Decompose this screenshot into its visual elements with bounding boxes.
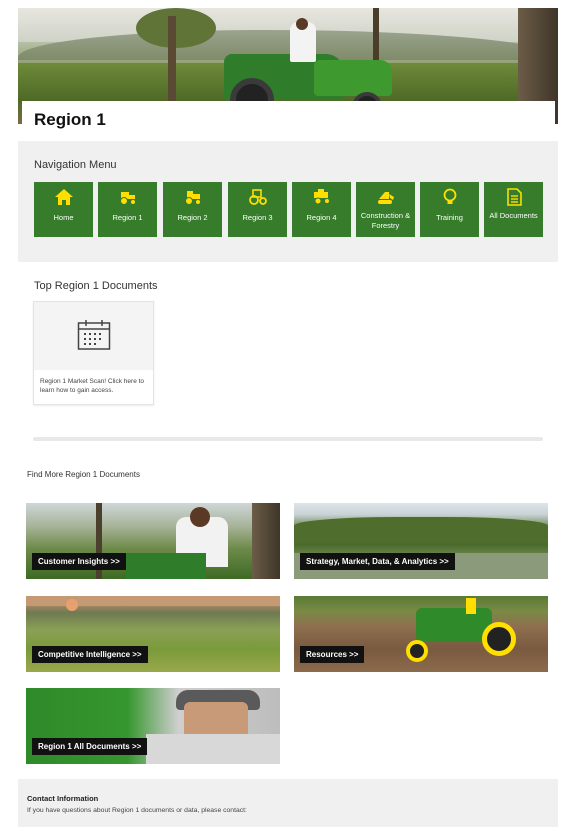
find-more-heading: Find More Region 1 Documents — [27, 470, 140, 479]
nav-tile-training[interactable]: Training — [420, 182, 479, 237]
nav-tile-label: Training — [436, 213, 463, 222]
page-title: Region 1 — [34, 110, 106, 129]
document-card-description: Region 1 Market Scan! Click here to lear… — [40, 378, 145, 394]
tile-resources[interactable]: Resources >> — [294, 596, 548, 672]
nav-tile-label: Region 2 — [177, 213, 208, 222]
contact-text: If you have questions about Region 1 doc… — [27, 807, 247, 814]
nav-tile-label: Region 4 — [306, 213, 337, 222]
section-divider — [33, 437, 543, 441]
contact-title: Contact Information — [27, 794, 99, 803]
document-icon — [506, 188, 522, 206]
tile-competitive-intelligence[interactable]: Competitive Intelligence >> — [26, 596, 280, 672]
tile-label: Strategy, Market, Data, & Analytics >> — [300, 553, 455, 570]
tile-label: Customer Insights >> — [32, 553, 126, 570]
nav-tile-label: Home — [53, 213, 74, 222]
nav-tile-label: Region 1 — [112, 213, 143, 222]
nav-tile-region-4[interactable]: Region 4 — [292, 182, 351, 237]
nav-tile-label: All Documents — [489, 211, 538, 220]
nav-tile-construction-forestry[interactable]: Construction & Forestry — [356, 182, 415, 237]
tile-label: Region 1 All Documents >> — [32, 738, 148, 755]
home-icon — [54, 189, 73, 205]
nav-tile-label: Construction & Forestry — [360, 211, 411, 230]
harvester-icon — [313, 189, 330, 205]
nav-tile-all-documents[interactable]: All Documents — [484, 182, 543, 237]
top-documents-heading: Top Region 1 Documents — [34, 280, 158, 292]
tile-strategy-market-data-analytics[interactable]: Strategy, Market, Data, & Analytics >> — [294, 503, 548, 579]
document-thumbnail — [34, 302, 153, 370]
excavator-icon — [377, 192, 394, 204]
document-card[interactable]: Region 1 Market Scan! Click here to lear… — [33, 301, 154, 405]
navigation-menu: Navigation Menu Home Region 1 Region 2 R… — [18, 141, 558, 262]
contact-section: Contact Information If you have question… — [18, 779, 558, 827]
tractor-icon — [184, 191, 201, 205]
tractor-icon — [248, 189, 267, 205]
tile-label: Competitive Intelligence >> — [32, 646, 148, 663]
lightbulb-icon — [443, 188, 456, 204]
nav-tile-region-3[interactable]: Region 3 — [228, 182, 287, 237]
nav-tile-region-1[interactable]: Region 1 — [98, 182, 157, 237]
page-title-box: Region 1 — [22, 101, 555, 137]
tile-region-1-all-documents[interactable]: Region 1 All Documents >> — [26, 688, 280, 764]
navigation-heading: Navigation Menu — [34, 159, 117, 171]
nav-tile-region-2[interactable]: Region 2 — [163, 182, 222, 237]
calendar-icon — [77, 320, 111, 350]
nav-tile-label: Region 3 — [242, 213, 273, 222]
tile-customer-insights[interactable]: Customer Insights >> — [26, 503, 280, 579]
nav-tile-home[interactable]: Home — [34, 182, 93, 237]
tile-label: Resources >> — [300, 646, 365, 663]
tractor-icon — [119, 192, 136, 205]
